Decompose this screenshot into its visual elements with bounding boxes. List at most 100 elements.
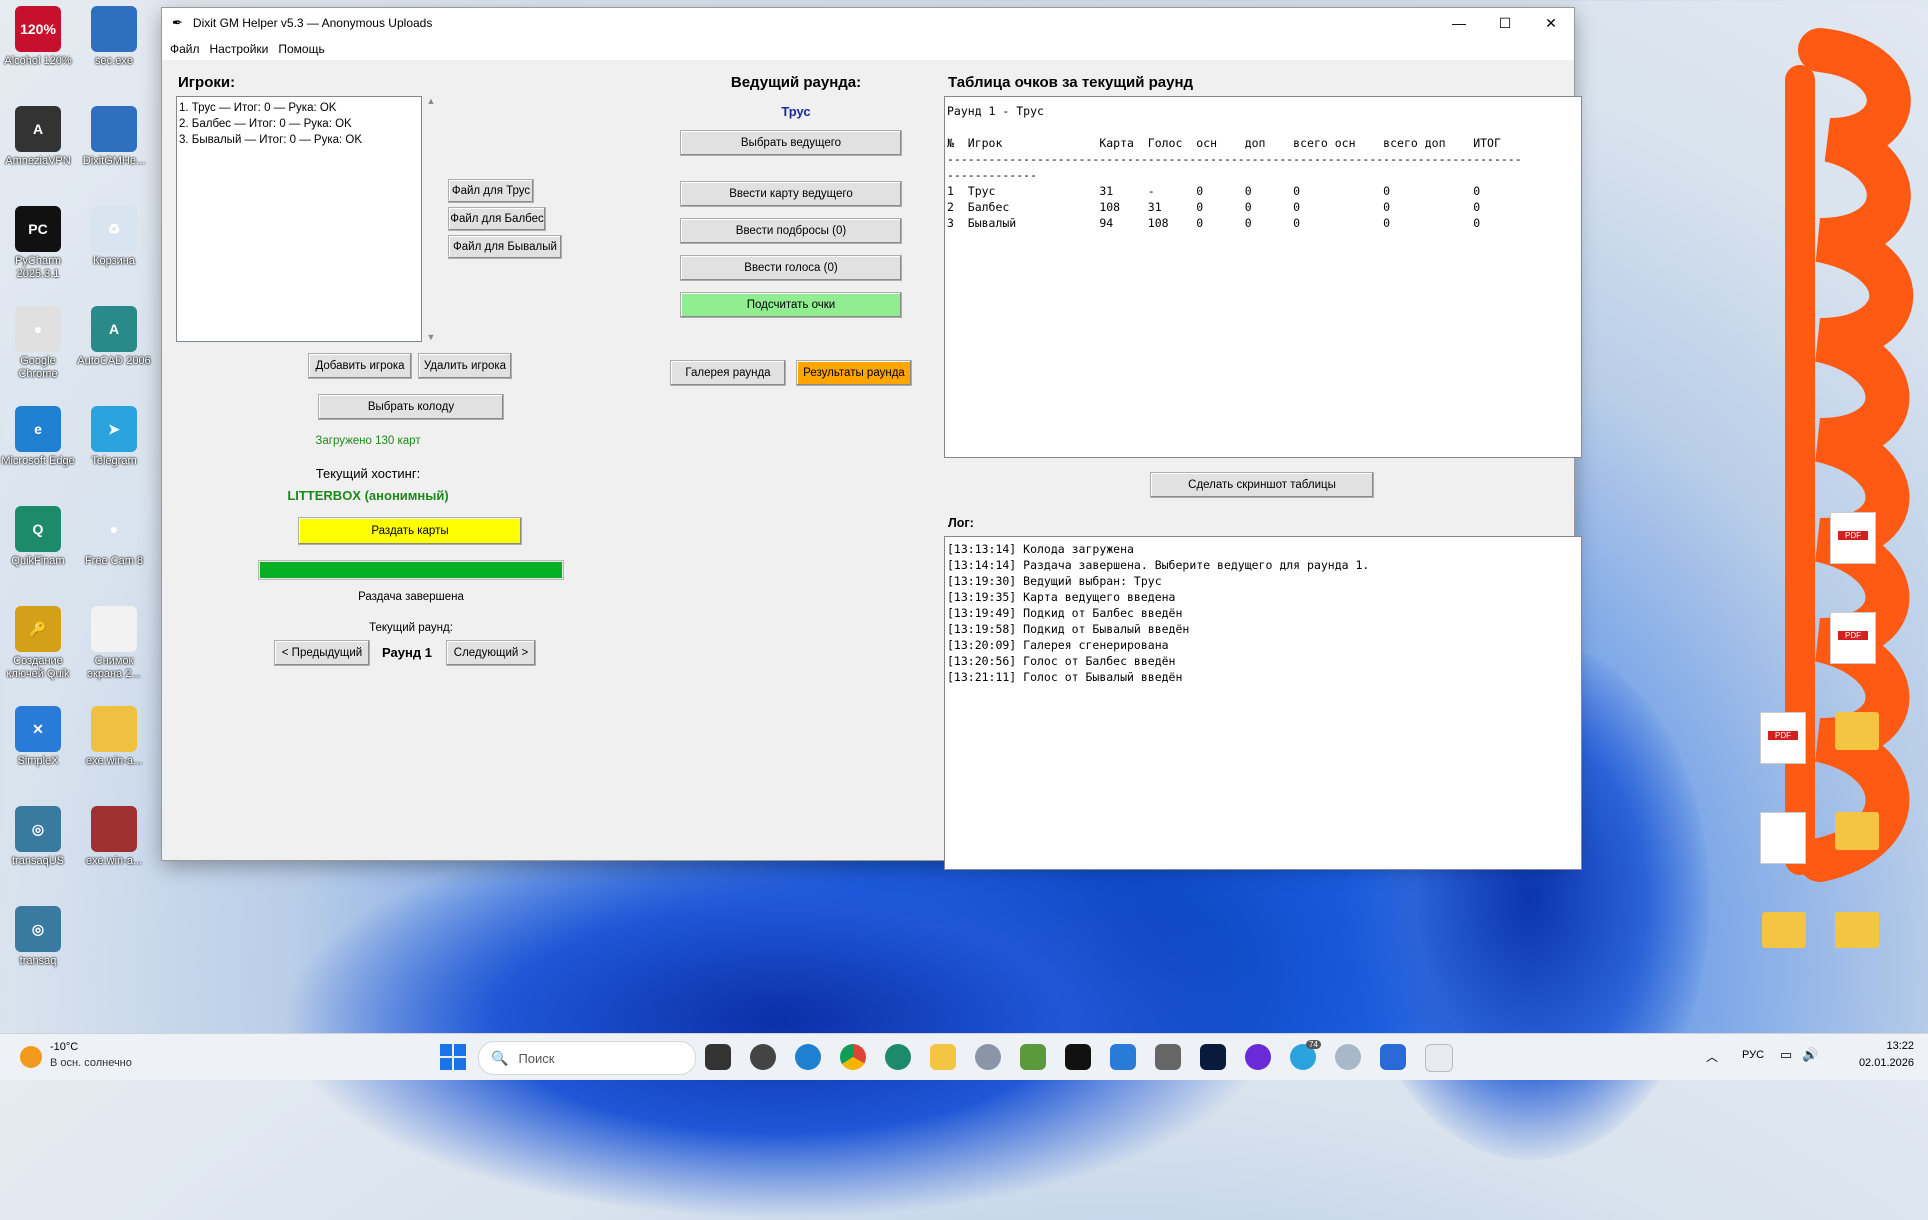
players-scrollbar[interactable]: ▲ ▼ (424, 96, 438, 342)
menu-help[interactable]: Помощь (276, 42, 332, 56)
simplex-icon[interactable] (1110, 1044, 1136, 1070)
folder-icon[interactable] (1835, 812, 1879, 850)
count-points-button[interactable]: Подсчитать очки (680, 292, 902, 318)
desktop-icon[interactable]: exe.win-a... (76, 706, 152, 768)
desktop-icon[interactable]: 🔑 Создание ключей Quik (0, 606, 76, 681)
desktop-icon[interactable]: sec.exe (76, 6, 152, 68)
task-view-icon[interactable] (705, 1044, 731, 1070)
pdf-file-icon[interactable]: PDF (1760, 712, 1806, 764)
list-item[interactable]: 1. Трус — Итог: 0 — Рука: OK (179, 100, 419, 116)
enter-tosses-button[interactable]: Ввести подбросы (0) (680, 218, 902, 244)
desktop-icon-label: SimpleX (17, 755, 59, 767)
desktop-icon[interactable]: ➤ Telegram (76, 406, 152, 468)
volume-icon[interactable]: 🔊 (1802, 1047, 1818, 1063)
weather-temp[interactable]: -10°C (50, 1041, 78, 1053)
desktop-icon[interactable]: Q QuikFinam (0, 506, 76, 568)
menu-file[interactable]: Файл (168, 42, 208, 56)
desktop-icon[interactable]: Снимок экрана 2... (76, 606, 152, 681)
quik-icon[interactable] (885, 1044, 911, 1070)
title-bar[interactable]: ✒ Dixit GM Helper v5.3 — Anonymous Uploa… (162, 8, 1574, 38)
scores-text: Раунд 1 - Трус № Игрок Карта Голос осн д… (947, 103, 1579, 231)
desktop-app-icon: Q (15, 506, 61, 552)
pdf-file-icon[interactable]: PDF (1830, 612, 1876, 664)
desktop-icon[interactable]: exe.win-a... (76, 806, 152, 868)
file-explorer-icon[interactable] (930, 1044, 956, 1070)
scores-header: Таблица очков за текущий раунд (948, 74, 1194, 91)
weather-sun-icon[interactable] (20, 1046, 42, 1068)
desktop-icon-label: Alcohol 120% (4, 55, 72, 67)
tor-browser-icon[interactable] (1245, 1044, 1271, 1070)
maximize-button[interactable]: ☐ (1482, 8, 1528, 38)
photos-icon[interactable] (1020, 1044, 1046, 1070)
start-button[interactable] (440, 1044, 466, 1070)
clock-date[interactable]: 02.01.2026 (1836, 1057, 1914, 1069)
pdf-file-icon[interactable]: PDF (1830, 512, 1876, 564)
folder-icon[interactable] (1835, 712, 1879, 750)
folder-icon[interactable] (1835, 912, 1879, 948)
desktop-icon[interactable]: DixitGMHe... (76, 106, 152, 168)
desktop-icon[interactable]: ✕ SimpleX (0, 706, 76, 768)
hosting-value: LITTERBOX (анонимный) (287, 488, 449, 503)
tray-chevron-icon[interactable]: ︿ (1706, 1048, 1718, 1065)
photoshop-icon[interactable] (1200, 1044, 1226, 1070)
file-for-player-3-button[interactable]: Файл для Бывалый (448, 235, 562, 259)
file-for-player-1-button[interactable]: Файл для Трус (448, 179, 534, 203)
menu-settings[interactable]: Настройки (208, 42, 277, 56)
file-for-player-2-button[interactable]: Файл для Балбес (448, 207, 546, 231)
desktop-icon[interactable]: ● Free Cam 8 (76, 506, 152, 568)
table-screenshot-button[interactable]: Сделать скриншот таблицы (1150, 472, 1374, 498)
dixit-helper-taskbar-icon[interactable] (1425, 1044, 1453, 1072)
desktop-icon[interactable]: A AmneziaVPN (0, 106, 76, 168)
desktop-icon[interactable]: ◎ transaqUS (0, 806, 76, 868)
desktop-icon[interactable]: 120% Alcohol 120% (0, 6, 76, 68)
printer-icon[interactable] (1155, 1044, 1181, 1070)
desktop-icon[interactable]: ♻ Корзина (76, 206, 152, 268)
telegram-badge: 74 (1306, 1040, 1321, 1049)
folder-icon[interactable] (1762, 912, 1806, 948)
deal-cards-button[interactable]: Раздать карты (298, 517, 522, 545)
deal-progress-fill (260, 562, 562, 578)
next-round-button[interactable]: Следующий > (446, 640, 536, 666)
desktop-app-icon: ✕ (15, 706, 61, 752)
remove-player-button[interactable]: Удалить игрока (418, 353, 512, 379)
log-line: [13:20:09] Галерея сгенерирована (947, 638, 1169, 652)
desktop-icon[interactable]: e Microsoft Edge (0, 406, 76, 468)
desktop-icon[interactable]: PC PyCharm 2025.3.1 (0, 206, 76, 281)
desktop-icon[interactable]: ● Google Chrome (0, 306, 76, 381)
settings-gear-icon[interactable] (975, 1044, 1001, 1070)
edge-icon[interactable] (795, 1044, 821, 1070)
score-table-line: ----------------------------------------… (947, 152, 1522, 166)
weather-desc[interactable]: В осн. солнечно (50, 1057, 132, 1069)
choose-leader-button[interactable]: Выбрать ведущего (680, 130, 902, 156)
chrome-file-icon[interactable] (1760, 812, 1806, 864)
players-listbox[interactable]: 1. Трус — Итог: 0 — Рука: OK 2. Балбес —… (176, 96, 422, 342)
desktop-icon[interactable]: ◎ transaq (0, 906, 76, 968)
desktop-icon-label: AmneziaVPN (5, 155, 71, 167)
log-box[interactable]: [13:13:14] Колода загружена [13:14:14] Ра… (944, 536, 1582, 870)
add-player-button[interactable]: Добавить игрока (308, 353, 412, 379)
list-item[interactable]: 3. Бывалый — Итог: 0 — Рука: OK (179, 132, 419, 148)
leader-header: Ведущий раунда: (730, 74, 862, 91)
log-line: [13:20:56] Голос от Балбес введён (947, 654, 1176, 668)
minimize-button[interactable]: — (1436, 8, 1482, 38)
enter-votes-button[interactable]: Ввести голоса (0) (680, 255, 902, 281)
previous-round-button[interactable]: < Предыдущий (274, 640, 370, 666)
close-button[interactable]: ✕ (1528, 8, 1574, 38)
pycharm-icon[interactable] (1065, 1044, 1091, 1070)
desktop-icon[interactable]: A AutoCAD 2006 (76, 306, 152, 368)
scores-table[interactable]: Раунд 1 - Трус № Игрок Карта Голос осн д… (944, 96, 1582, 458)
taskbar-search[interactable]: 🔍 Поиск (478, 1041, 696, 1075)
choose-deck-button[interactable]: Выбрать колоду (318, 394, 504, 420)
network-tool-icon[interactable] (1335, 1044, 1361, 1070)
round-results-button[interactable]: Результаты раунда (796, 360, 912, 386)
clock-time[interactable]: 13:22 (1836, 1040, 1914, 1052)
chrome-icon[interactable] (840, 1044, 866, 1070)
enter-leader-card-button[interactable]: Ввести карту ведущего (680, 181, 902, 207)
list-item[interactable]: 2. Балбес — Итог: 0 — Рука: OK (179, 116, 419, 132)
notepad-icon[interactable] (1380, 1044, 1406, 1070)
round-gallery-button[interactable]: Галерея раунда (670, 360, 786, 386)
language-indicator[interactable]: РУС (1742, 1049, 1764, 1061)
desktop-app-icon: 🔑 (15, 606, 61, 652)
amnezia-vpn-icon[interactable] (750, 1044, 776, 1070)
network-icon[interactable]: ▭ (1780, 1047, 1792, 1063)
